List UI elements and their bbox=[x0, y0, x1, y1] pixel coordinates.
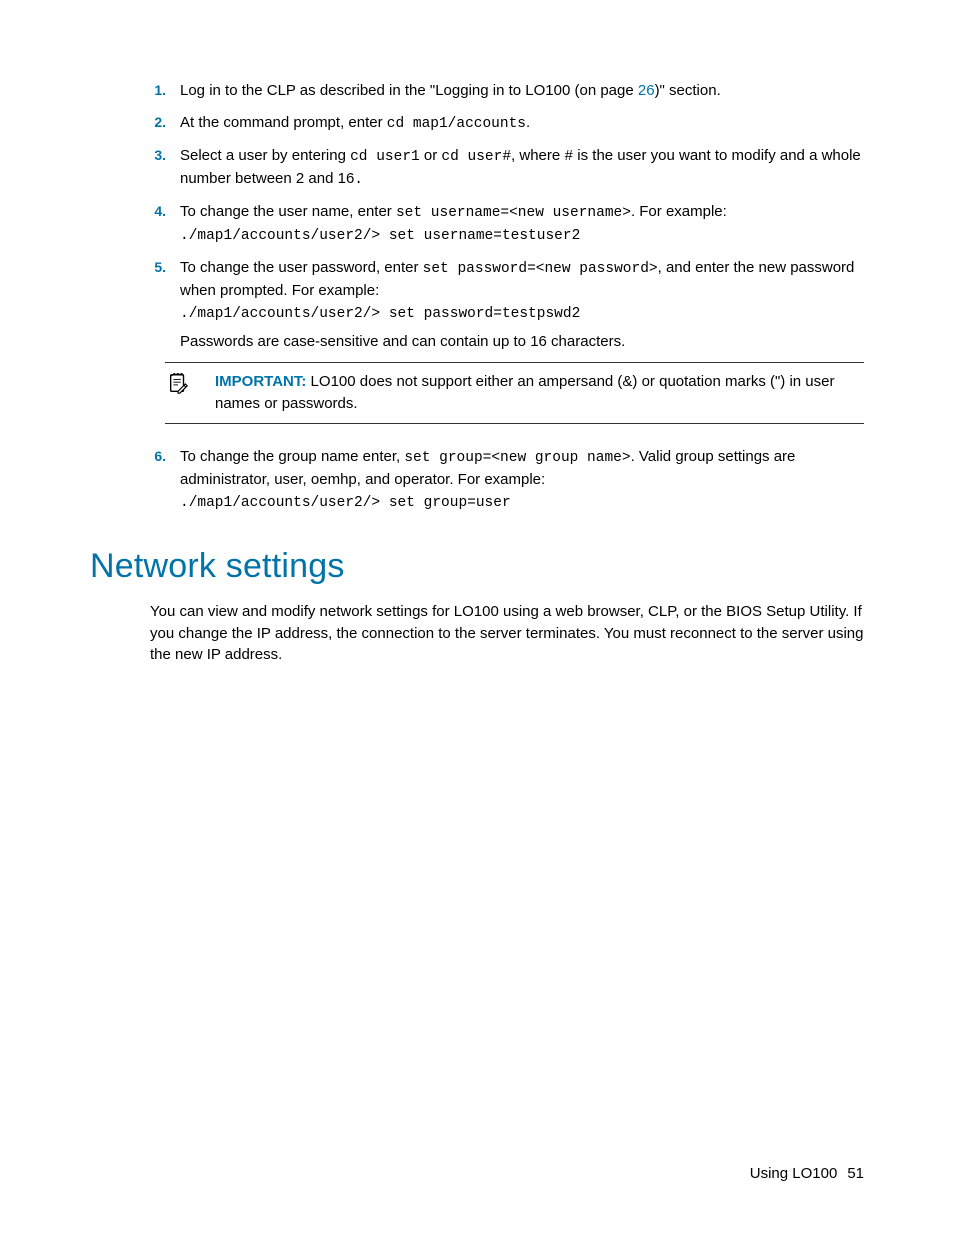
important-text: LO100 does not support either an ampersa… bbox=[215, 373, 835, 412]
list-number: 3. bbox=[150, 145, 180, 191]
code: ./map1/accounts/user2/> set username=tes… bbox=[180, 228, 580, 244]
text: . For example: bbox=[631, 203, 727, 220]
code: ./map1/accounts/user2/> set password=tes… bbox=[180, 306, 580, 322]
list-item: 4. To change the user name, enter set us… bbox=[150, 201, 864, 247]
ordered-list: 1. Log in to the CLP as described in the… bbox=[150, 80, 864, 352]
text: To change the user password, enter bbox=[180, 259, 423, 276]
list-number: 4. bbox=[150, 201, 180, 247]
code: set username=<new username> bbox=[396, 205, 631, 221]
text: Select a user by entering bbox=[180, 147, 350, 164]
list-content: To change the user name, enter set usern… bbox=[180, 201, 864, 247]
page-link[interactable]: 26 bbox=[638, 82, 655, 99]
list-number: 5. bbox=[150, 257, 180, 353]
list-content: Select a user by entering cd user1 or cd… bbox=[180, 145, 864, 191]
code: cd user# bbox=[441, 149, 511, 165]
section-body: You can view and modify network settings… bbox=[150, 601, 864, 666]
list-content: Log in to the CLP as described in the "L… bbox=[180, 80, 864, 102]
note-icon bbox=[165, 371, 215, 415]
code: cd user1 bbox=[350, 149, 420, 165]
text: Log in to the CLP as described in the "L… bbox=[180, 82, 638, 99]
code: set password=<new password> bbox=[423, 261, 658, 277]
list-content: To change the group name enter, set grou… bbox=[180, 446, 864, 514]
paragraph: Passwords are case-sensitive and can con… bbox=[180, 331, 864, 353]
text: At the command prompt, enter bbox=[180, 114, 387, 131]
list-content: To change the user password, enter set p… bbox=[180, 257, 864, 353]
list-item: 5. To change the user password, enter se… bbox=[150, 257, 864, 353]
important-label: IMPORTANT: bbox=[215, 373, 306, 390]
text: . bbox=[526, 114, 530, 131]
important-callout: IMPORTANT: LO100 does not support either… bbox=[165, 362, 864, 424]
section-heading: Network settings bbox=[90, 542, 864, 591]
ordered-list-cont: 6. To change the group name enter, set g… bbox=[150, 446, 864, 514]
list-item: 6. To change the group name enter, set g… bbox=[150, 446, 864, 514]
text: To change the group name enter, bbox=[180, 448, 404, 465]
page-footer: Using LO100 51 bbox=[750, 1163, 864, 1185]
list-item: 2. At the command prompt, enter cd map1/… bbox=[150, 112, 864, 135]
code: . bbox=[354, 172, 363, 188]
text: )" section. bbox=[655, 82, 721, 99]
code: # bbox=[564, 149, 573, 165]
text: or bbox=[420, 147, 442, 164]
footer-page-number: 51 bbox=[847, 1165, 864, 1182]
code: set group=<new group name> bbox=[404, 450, 630, 466]
list-item: 1. Log in to the CLP as described in the… bbox=[150, 80, 864, 102]
list-number: 1. bbox=[150, 80, 180, 102]
list-content: At the command prompt, enter cd map1/acc… bbox=[180, 112, 864, 135]
text: , where bbox=[511, 147, 564, 164]
footer-text: Using LO100 bbox=[750, 1165, 838, 1182]
text: To change the user name, enter bbox=[180, 203, 396, 220]
list-number: 2. bbox=[150, 112, 180, 135]
list-number: 6. bbox=[150, 446, 180, 514]
list-item: 3. Select a user by entering cd user1 or… bbox=[150, 145, 864, 191]
important-content: IMPORTANT: LO100 does not support either… bbox=[215, 371, 864, 415]
code: cd map1/accounts bbox=[387, 116, 526, 132]
code: ./map1/accounts/user2/> set group=user bbox=[180, 495, 511, 511]
